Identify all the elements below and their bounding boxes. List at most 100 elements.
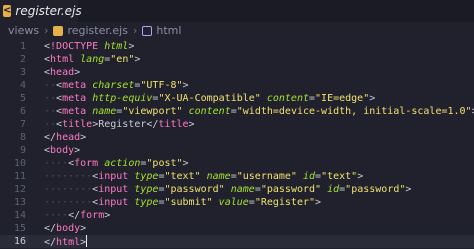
code-line[interactable]: 8 </head> [0,131,474,144]
punctuation: > [80,223,87,234]
code-content: ··<title>Register</title> [44,118,195,131]
attribute-value: "X-UA-Compatible" [158,93,261,104]
whitespace-marker: ········ [44,171,93,182]
code-line[interactable]: 15 </body> [0,222,474,235]
punctuation: > [188,119,195,130]
punctuation: </ [44,237,57,248]
line-number: 14 [13,210,26,221]
line-number: 9 [19,145,26,156]
attribute-value: "Register" [254,197,316,208]
tag-name: form [74,158,99,169]
code-content: ··<meta name="viewport" content="width=d… [44,105,474,118]
attribute-name: html [104,41,129,52]
line-number: 8 [19,132,26,143]
line-number: 16 [13,236,26,247]
line-number: 15 [13,223,26,234]
punctuation: >Register</ [92,119,159,130]
attribute-value: "password" [260,184,322,195]
attribute-value: "text" [321,171,358,182]
attribute-name: type [134,184,159,195]
punctuation: > [80,132,87,143]
attribute-name: type [134,197,159,208]
line-number: 7 [19,119,26,130]
code-content: <body> [44,144,80,157]
attribute-value: "en" [110,54,135,65]
attribute-name: id [327,184,340,195]
punctuation: > [128,41,135,52]
code-line[interactable]: 1 <!DOCTYPE html> [0,40,474,53]
line-number: 11 [13,171,26,182]
punctuation: > [182,158,189,169]
breadcrumb-html[interactable]: html [156,24,181,37]
whitespace-marker: ···· [44,158,69,169]
attribute-value: "width=device-width, initial-scale=1.0" [236,106,472,117]
attribute-name: type [134,171,159,182]
code-line[interactable]: 5 ··<meta http-equiv="X-UA-Compatible" co… [0,92,474,105]
line-number: 2 [19,54,26,65]
breadcrumb-file[interactable]: register.ejs [67,24,127,37]
tag-name: meta [62,93,87,104]
code-line[interactable]: 7 ··<title>Register</title> [0,118,474,131]
punctuation: > [369,93,376,104]
attribute-value: "IE=edge" [315,93,370,104]
punctuation: > [357,171,364,182]
code-line[interactable]: 4 ··<meta charset="UTF-8"> [0,79,474,92]
whitespace-marker: ·· [44,106,57,117]
code-line[interactable]: 9 <body> [0,144,474,157]
attribute-value: "password" [345,184,406,195]
line-number: 3 [19,67,26,78]
tag-name: input [98,184,129,195]
tab-bar: < register.ejs [0,0,474,22]
tag-name: head [50,67,75,78]
attribute-name: value [218,197,249,208]
chevron-right-icon: › [132,24,138,37]
code-line[interactable]: 14 ····</form> [0,209,474,222]
code-content: ········<input type="submit" value="Regi… [44,196,321,209]
code-line[interactable]: 2 <html lang="en"> [0,53,474,66]
ejs-file-icon: < [3,5,12,17]
tag-name: title [62,119,93,130]
code-line[interactable]: 13 ········<input type="submit" value="Re… [0,196,474,209]
tab-register-ejs[interactable]: < register.ejs [0,0,82,22]
tag-name: html [50,54,75,65]
code-content: ····<form action="post"> [44,157,189,170]
line-number: 13 [13,197,26,208]
attribute-name: charset [92,80,135,91]
code-content: ··<meta charset="UTF-8"> [44,79,189,92]
tag-name: body [50,145,75,156]
code-line[interactable]: 3 <head> [0,66,474,79]
code-line[interactable]: 11 ········<input type="text" name="usern… [0,170,474,183]
text-cursor [86,235,88,247]
punctuation: </ [44,223,57,234]
tag-name: meta [62,106,87,117]
attribute-name: id [303,171,316,182]
ejs-file-icon [53,25,64,36]
tag-name: body [56,223,81,234]
code-line[interactable]: 10 ····<form action="post"> [0,157,474,170]
punctuation: > [74,67,81,78]
code-line[interactable]: 6 ··<meta name="viewport" content="width=… [0,105,474,118]
line-number: 1 [19,41,26,52]
attribute-name: action [104,158,141,169]
tag-name: html [56,237,81,248]
code-editor[interactable]: 1 <!DOCTYPE html> 2 <html lang="en"> 3 <head>… [0,39,474,248]
punctuation: > [182,80,189,91]
tag-name: input [98,171,129,182]
line-number: 5 [19,93,26,104]
breadcrumb-views[interactable]: views [8,24,39,37]
code-line[interactable]: 16 </html> [0,235,474,248]
whitespace-marker: ········ [44,184,93,195]
line-number: 6 [19,106,26,117]
attribute-name: content [188,106,231,117]
html-element-icon [142,25,153,36]
tab-label: register.ejs [15,4,82,18]
breadcrumb: views › register.ejs › html [0,22,474,39]
attribute-value: "viewport" [122,106,183,117]
attribute-name: http-equiv [92,93,153,104]
whitespace-marker: ·· [44,93,57,104]
code-line[interactable]: 12 ········<input type="password" name="p… [0,183,474,196]
line-number: 10 [13,158,26,169]
attribute-name: name [230,184,255,195]
punctuation: </ [68,210,81,221]
attribute-value: "submit" [164,197,213,208]
